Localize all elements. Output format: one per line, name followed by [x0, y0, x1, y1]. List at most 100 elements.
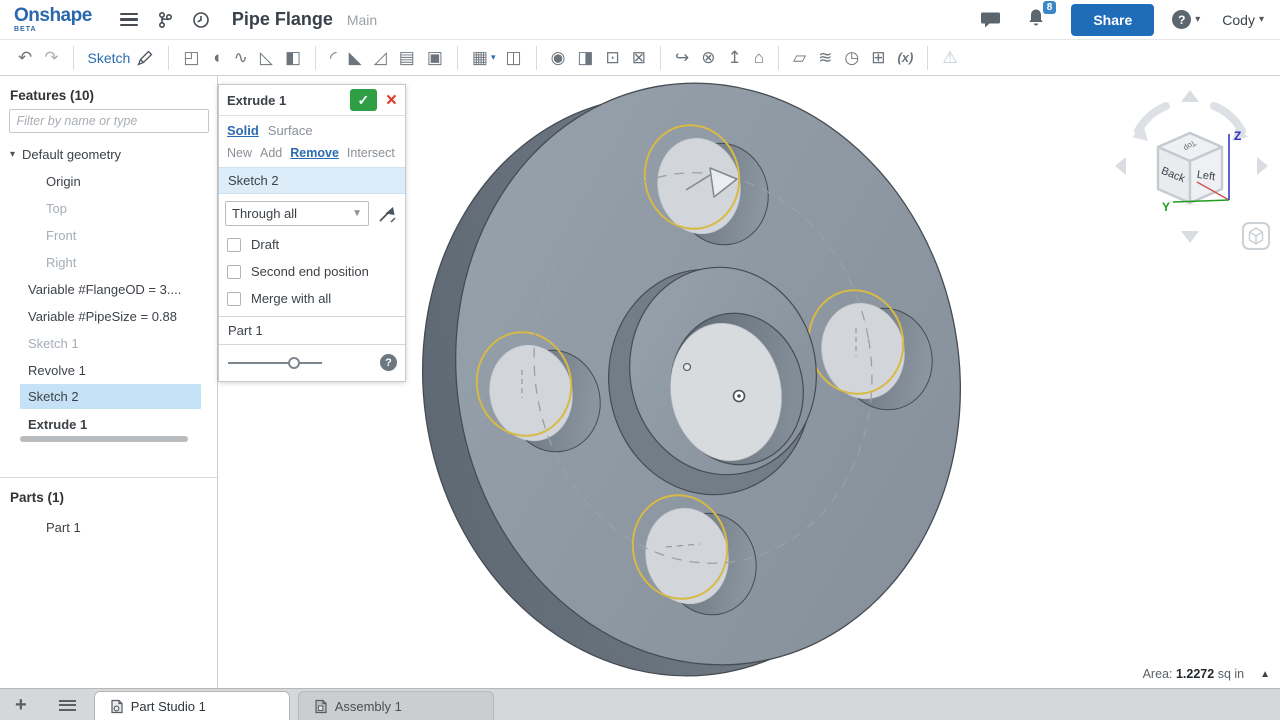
part-list-item[interactable]: Part 1: [0, 514, 217, 540]
bool-op-intersect[interactable]: Intersect: [347, 146, 395, 160]
transform-icon[interactable]: ⊡: [605, 49, 619, 66]
warning-icon[interactable]: ⚠: [942, 49, 957, 66]
feature-item-right[interactable]: Right: [0, 249, 217, 276]
merge-scope-field[interactable]: Part 1: [219, 316, 405, 345]
dropdown-caret-icon[interactable]: ▾: [491, 52, 496, 63]
flip-direction-button[interactable]: [377, 204, 397, 224]
user-menu[interactable]: Cody ▾: [1222, 12, 1264, 28]
second-end-checkbox-row[interactable]: Second end position: [219, 258, 405, 285]
sketch-point-marker: [684, 364, 691, 371]
delete-face-icon[interactable]: ⊗: [701, 49, 715, 66]
checkbox-icon[interactable]: [227, 265, 241, 279]
undo-icon[interactable]: ↶: [18, 49, 32, 66]
split-icon[interactable]: ◨: [577, 49, 593, 66]
loft-icon[interactable]: ◺: [260, 49, 273, 66]
checkbox-icon[interactable]: [227, 292, 241, 306]
feature-list-scrollbar[interactable]: [20, 436, 188, 442]
circular-pattern-icon[interactable]: ◷: [844, 49, 859, 66]
insert-new-tab-button[interactable]: +: [15, 695, 27, 715]
faces-selection-row[interactable]: Sketch 2: [219, 167, 405, 194]
tab-label: Assembly 1: [335, 699, 402, 714]
help-menu[interactable]: ? ▾: [1172, 10, 1200, 29]
linear-pattern-icon[interactable]: ▦: [472, 49, 488, 66]
variable-icon[interactable]: (x): [897, 51, 913, 64]
feature-item-sketch-1[interactable]: Sketch 1: [0, 330, 217, 357]
user-name: Cody: [1222, 12, 1255, 28]
onshape-logo[interactable]: Onshape BETA: [14, 6, 92, 33]
share-button[interactable]: Share: [1071, 4, 1154, 36]
rotate-down-arrow: [1181, 231, 1199, 243]
extrude-icon[interactable]: ◰: [183, 49, 199, 66]
logo-beta-text: BETA: [14, 26, 92, 33]
feature-item-front[interactable]: Front: [0, 222, 217, 249]
feature-item-sketch-2[interactable]: Sketch 2: [20, 384, 201, 409]
feature-item-extrude-1[interactable]: Extrude 1: [0, 411, 217, 438]
bool-op-add[interactable]: Add: [260, 146, 282, 160]
bool-op-remove[interactable]: Remove: [290, 146, 339, 160]
tab-surface[interactable]: Surface: [268, 123, 313, 138]
feature-item-variable-pipesize-0-88[interactable]: Variable #PipeSize = 0.88: [0, 303, 217, 330]
tab-assembly[interactable]: Assembly 1: [298, 691, 494, 720]
slider-handle[interactable]: [288, 357, 300, 369]
pencil-icon: [136, 49, 154, 67]
chevron-down-icon: ▾: [1259, 14, 1264, 25]
axis-z-label: Z: [1234, 129, 1241, 143]
isometric-view-button[interactable]: [1243, 223, 1269, 249]
derived-icon[interactable]: ⊞: [871, 49, 885, 66]
bool-op-new[interactable]: New: [227, 146, 252, 160]
replace-face-icon[interactable]: ⌂: [754, 49, 764, 66]
history-icon[interactable]: [192, 11, 210, 29]
toolbar-divider: [457, 46, 458, 70]
delete-part-icon[interactable]: ⊠: [632, 49, 646, 66]
end-condition-dropdown[interactable]: Through all ▼: [225, 201, 369, 226]
merge-with-all-checkbox-row[interactable]: Merge with all: [219, 285, 405, 312]
versions-branch-icon[interactable]: [156, 11, 174, 29]
comments-icon[interactable]: [981, 11, 1001, 29]
fillet-icon[interactable]: ◜: [330, 49, 337, 66]
top-bar: Onshape BETA Pipe Flange Main 8: [0, 0, 1280, 40]
cancel-button[interactable]: ×: [384, 91, 399, 110]
helix-icon[interactable]: ≋: [818, 49, 832, 66]
panel-divider: [0, 477, 217, 478]
revolve-icon[interactable]: ◖: [211, 49, 221, 66]
move-face-icon[interactable]: ↥: [727, 49, 741, 66]
collapse-status-icon[interactable]: ▲: [1260, 669, 1270, 680]
toolbar-divider: [73, 46, 74, 70]
feature-item-default-geometry[interactable]: ▾Default geometry: [0, 141, 217, 168]
boolean-icon[interactable]: ◉: [551, 49, 566, 66]
notifications-bell-icon[interactable]: 8: [1027, 8, 1045, 32]
rotate-left-arrow: [1115, 157, 1126, 175]
shell-icon[interactable]: ▣: [427, 49, 443, 66]
thicken-icon[interactable]: ◧: [285, 49, 301, 66]
feature-item-top[interactable]: Top: [0, 195, 217, 222]
rib-icon[interactable]: ▤: [399, 49, 415, 66]
feature-item-revolve-1[interactable]: Revolve 1: [0, 357, 217, 384]
feature-item-variable-flangeod-3[interactable]: Variable #FlangeOD = 3....: [0, 276, 217, 303]
main-menu-icon[interactable]: [120, 10, 138, 30]
workspace-name[interactable]: Main: [347, 12, 377, 28]
draft-checkbox-row[interactable]: Draft: [219, 231, 405, 258]
cube-label-left: Left: [1196, 169, 1216, 183]
parts-header: Parts (1): [0, 484, 217, 511]
sweep-icon[interactable]: ∿: [234, 49, 248, 66]
mirror-icon[interactable]: ◫: [506, 49, 522, 66]
feature-item-origin[interactable]: Origin: [0, 168, 217, 195]
sketch-button[interactable]: Sketch: [88, 49, 155, 67]
chamfer-icon[interactable]: ◣: [349, 49, 362, 66]
tab-part-studio[interactable]: Part Studio 1: [94, 691, 290, 720]
chevron-down-icon[interactable]: ▾: [10, 149, 15, 160]
opacity-slider[interactable]: [228, 357, 322, 369]
dialog-title: Extrude 1: [227, 93, 350, 108]
modify-fillet-icon[interactable]: ↪: [675, 49, 689, 66]
draft-icon[interactable]: ◿: [374, 49, 387, 66]
tab-solid[interactable]: Solid: [227, 123, 259, 138]
tab-manager-icon[interactable]: [59, 697, 76, 713]
feature-filter-input[interactable]: [9, 109, 209, 133]
checkbox-icon[interactable]: [227, 238, 241, 252]
confirm-button[interactable]: ✓: [350, 89, 377, 111]
dialog-help-icon[interactable]: ?: [380, 354, 397, 371]
redo-icon[interactable]: ↷: [44, 49, 58, 66]
plane-icon[interactable]: ▱: [793, 49, 806, 66]
view-cube[interactable]: Top Back Left Z Y: [1110, 85, 1280, 255]
notification-count-badge: 8: [1043, 1, 1057, 14]
